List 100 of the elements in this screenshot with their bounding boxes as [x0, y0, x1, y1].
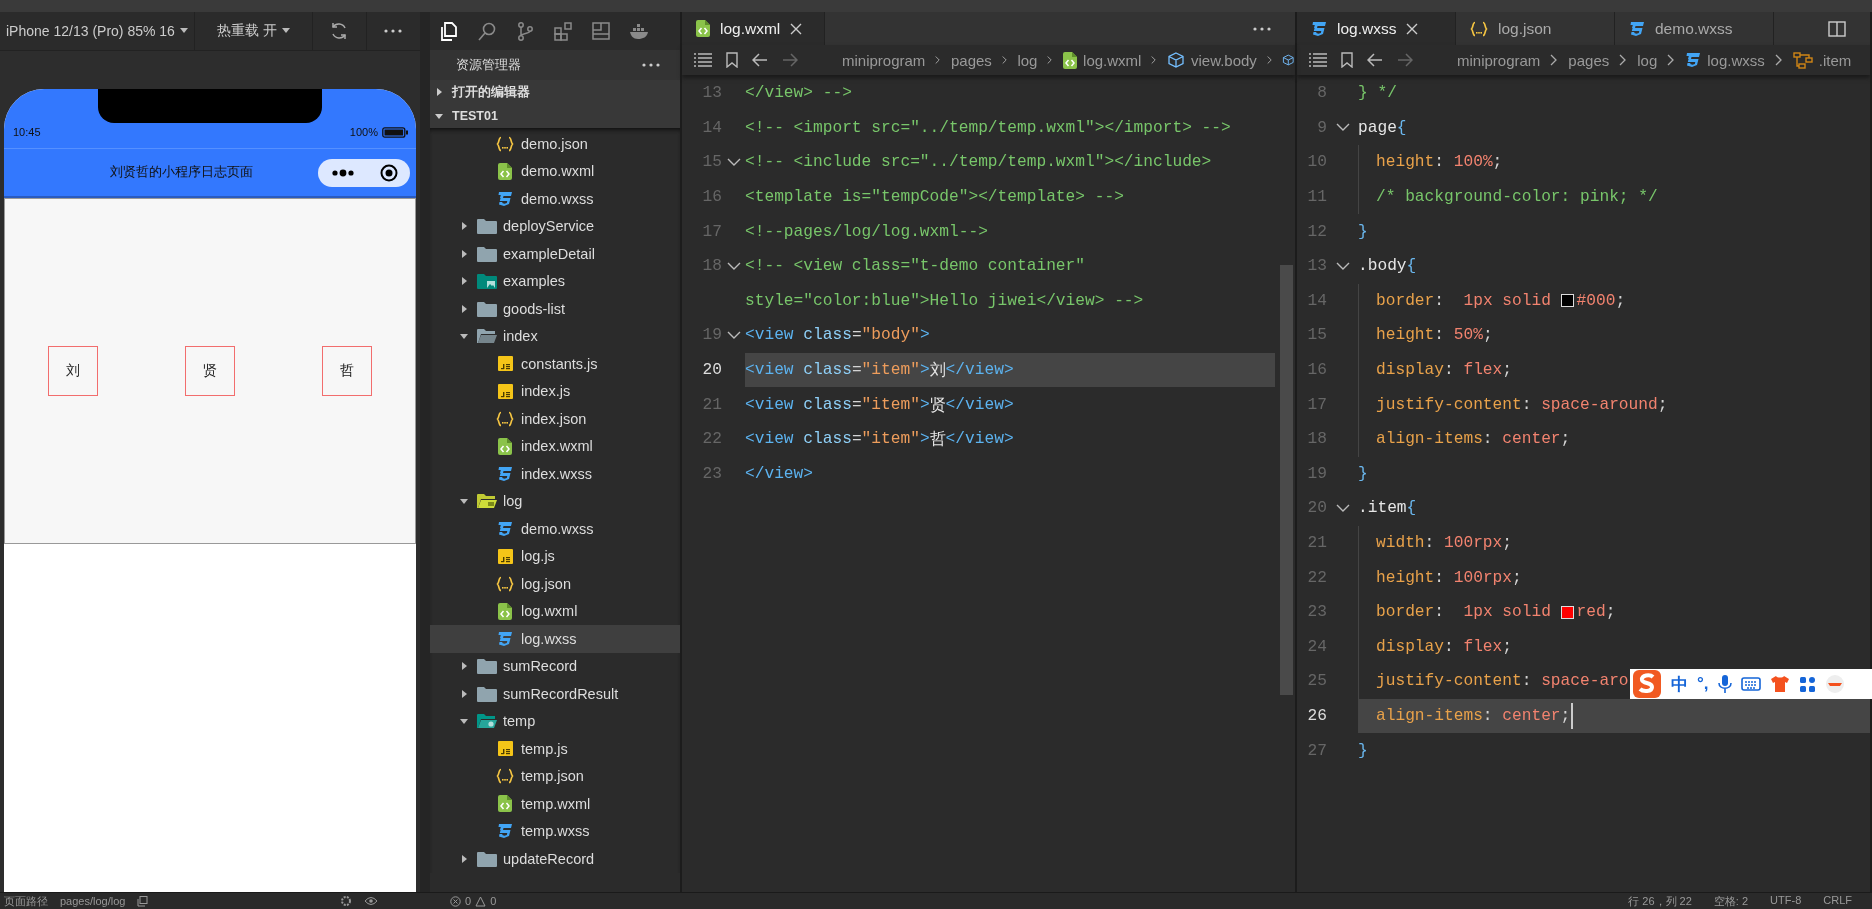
expanded-arrow-icon[interactable]: [435, 112, 443, 120]
menu-dots-icon[interactable]: [330, 168, 355, 177]
file-item[interactable]: index.wxss: [430, 460, 680, 488]
warning-count[interactable]: 0: [490, 895, 497, 907]
bookmark-icon[interactable]: [1341, 52, 1353, 68]
microphone-icon[interactable]: [1717, 674, 1732, 694]
forward-arrow-icon[interactable]: [782, 53, 798, 67]
input-method-logo-icon[interactable]: [1632, 669, 1662, 699]
breadcrumb-item[interactable]: miniprogram: [1457, 51, 1541, 69]
close-circle-icon[interactable]: [379, 163, 398, 182]
file-item[interactable]: index.js: [430, 377, 680, 405]
folder-item[interactable]: index: [430, 322, 680, 350]
collapsed-arrow-icon[interactable]: [460, 854, 468, 863]
hot-reload-toggle[interactable]: 热重载 开: [216, 22, 277, 40]
folder-item[interactable]: sumRecordResult: [430, 680, 680, 708]
status-item[interactable]: CRLF: [1823, 893, 1852, 909]
folder-item[interactable]: temp: [430, 707, 680, 735]
status-item[interactable]: 行 26，列 22: [1628, 893, 1692, 909]
status-item[interactable]: UTF-8: [1770, 893, 1802, 909]
collapsed-arrow-icon[interactable]: [460, 277, 468, 286]
punctuation-toggle[interactable]: °,: [1697, 674, 1709, 694]
file-item[interactable]: temp.json: [430, 762, 680, 790]
settings-icon[interactable]: [340, 895, 352, 907]
page-path[interactable]: pages/log/log: [60, 895, 126, 907]
breadcrumb-item[interactable]: view.body: [1167, 51, 1257, 69]
folder-item[interactable]: exampleDetail: [430, 240, 680, 268]
file-item[interactable]: log.wxml: [430, 597, 680, 625]
caret-icon[interactable]: [281, 28, 290, 34]
files-icon[interactable]: [439, 21, 459, 41]
more-icon[interactable]: [384, 29, 403, 33]
file-item[interactable]: log.js: [430, 542, 680, 570]
breadcrumb-item[interactable]: log.wxml: [1063, 51, 1142, 69]
shirt-icon[interactable]: [1769, 675, 1790, 693]
file-item[interactable]: temp.wxml: [430, 790, 680, 818]
file-item[interactable]: demo.wxss: [430, 185, 680, 213]
forward-arrow-icon[interactable]: [1397, 53, 1413, 67]
file-item[interactable]: index.json: [430, 405, 680, 433]
eye-icon[interactable]: [364, 896, 378, 906]
folder-item[interactable]: goods-list: [430, 295, 680, 323]
bookmark-icon[interactable]: [726, 52, 738, 68]
folder-item[interactable]: examples: [430, 267, 680, 295]
breadcrumb-item[interactable]: .item: [1792, 51, 1852, 69]
error-icon[interactable]: [450, 895, 461, 907]
editor-tab[interactable]: log.wxml: [682, 12, 825, 45]
folder-item[interactable]: updateRecord: [430, 845, 680, 873]
breadcrumb-item[interactable]: pages: [950, 51, 992, 69]
close-icon[interactable]: [790, 22, 803, 35]
collapsed-arrow-icon[interactable]: [460, 662, 468, 671]
collapsed-arrow-icon[interactable]: [460, 249, 468, 258]
collapsed-arrow-icon[interactable]: [460, 304, 468, 313]
file-item[interactable]: demo.wxss: [430, 515, 680, 543]
file-item[interactable]: index.wxml: [430, 432, 680, 460]
status-item[interactable]: 空格: 2: [1713, 893, 1749, 909]
folder-item[interactable]: sumRecord: [430, 652, 680, 680]
breadcrumb-item[interactable]: log: [1637, 51, 1658, 69]
editor-tab[interactable]: log.wxss: [1297, 12, 1456, 45]
editor-tab[interactable]: log.json: [1456, 12, 1615, 45]
input-mode-toggle[interactable]: 中: [1671, 672, 1688, 696]
collapsed-arrow-icon[interactable]: [460, 222, 468, 231]
copy-icon[interactable]: [137, 895, 149, 907]
breadcrumb-item[interactable]: log: [1017, 51, 1038, 69]
file-item[interactable]: log.json: [430, 570, 680, 598]
warning-icon[interactable]: [475, 895, 487, 907]
error-count[interactable]: 0: [465, 895, 472, 907]
back-arrow-icon[interactable]: [1367, 53, 1383, 67]
breadcrumb-item[interactable]: log.wxss: [1685, 51, 1765, 69]
list-icon[interactable]: [694, 53, 712, 67]
editor-tab[interactable]: demo.wxss: [1615, 12, 1774, 45]
breadcrumb-item[interactable]: miniprogram: [842, 51, 926, 69]
section-header[interactable]: TEST01: [430, 104, 680, 128]
section-header[interactable]: 打开的编辑器: [430, 80, 680, 104]
file-item[interactable]: temp.js: [430, 735, 680, 763]
file-item[interactable]: temp.wxss: [430, 817, 680, 845]
scrollbar[interactable]: [1280, 265, 1293, 695]
breadcrumb-item[interactable]: pages: [1568, 51, 1610, 69]
grid-icon[interactable]: [1798, 675, 1816, 693]
more-icon[interactable]: [642, 63, 660, 67]
search-icon[interactable]: [477, 21, 497, 41]
more-icon[interactable]: [1253, 26, 1271, 31]
file-item[interactable]: demo.json: [430, 130, 680, 158]
expanded-arrow-icon[interactable]: [460, 717, 468, 726]
keyboard-icon[interactable]: [1740, 676, 1761, 692]
file-item[interactable]: demo.wxml: [430, 157, 680, 185]
split-editor-icon[interactable]: [1828, 20, 1846, 37]
expanded-arrow-icon[interactable]: [460, 497, 468, 506]
collapsed-arrow-icon[interactable]: [435, 88, 443, 96]
folder-item[interactable]: deployService: [430, 212, 680, 240]
list-icon[interactable]: [1309, 53, 1327, 67]
layout-icon[interactable]: [591, 21, 611, 41]
back-arrow-icon[interactable]: [752, 53, 768, 67]
file-item[interactable]: log.wxss: [430, 625, 680, 653]
caret-icon[interactable]: [179, 28, 188, 34]
device-selector[interactable]: iPhone 12/13 (Pro) 85% 16: [6, 23, 175, 39]
collapsed-arrow-icon[interactable]: [460, 689, 468, 698]
extensions-icon[interactable]: [553, 21, 573, 41]
folder-item[interactable]: log: [430, 487, 680, 515]
mascot-icon[interactable]: [1824, 674, 1845, 694]
whale-icon[interactable]: [629, 21, 649, 41]
close-icon[interactable]: [1406, 22, 1419, 35]
branch-icon[interactable]: [515, 21, 535, 41]
